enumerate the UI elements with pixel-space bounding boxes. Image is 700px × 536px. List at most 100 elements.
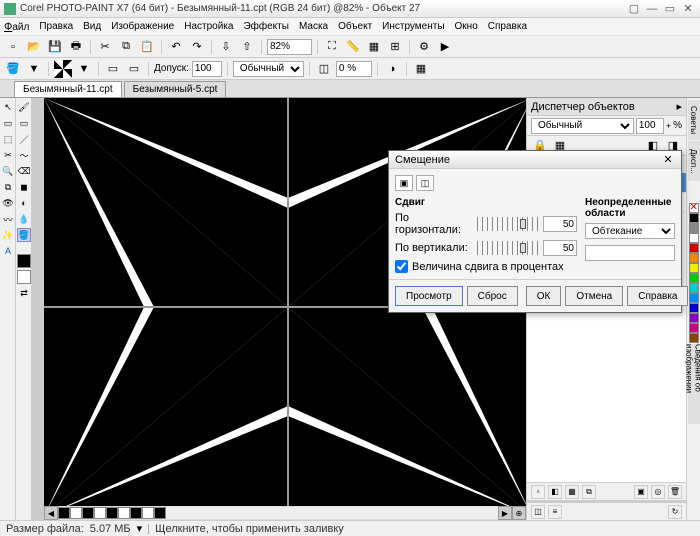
tab-doc1[interactable]: Безымянный-11.cpt	[14, 81, 122, 97]
ok-button[interactable]: ОК	[526, 286, 562, 306]
import-icon[interactable]: ⇩	[217, 38, 235, 56]
options-icon[interactable]: ⚙	[415, 38, 433, 56]
menu-image[interactable]: Изображение	[111, 21, 174, 32]
opacity-input[interactable]	[336, 61, 372, 77]
new-object-icon[interactable]: ▫	[531, 485, 545, 499]
crop-tool-icon[interactable]: ✂	[1, 148, 15, 162]
menu-adjust[interactable]: Настройка	[184, 21, 233, 32]
print-icon[interactable]: 🖶	[67, 38, 85, 56]
vert-input[interactable]	[543, 240, 577, 256]
fill-mode-icon[interactable]: ▼	[25, 60, 43, 78]
fill-tool-active-icon[interactable]: 🪣	[17, 228, 31, 242]
minimize-button[interactable]: —	[644, 2, 660, 16]
transparency-icon[interactable]: ◫	[315, 60, 333, 78]
menu-tools[interactable]: Инструменты	[382, 21, 444, 32]
pick-tool-icon[interactable]: ↖	[1, 100, 15, 114]
menu-edit[interactable]: Правка	[39, 21, 73, 32]
new-mask-icon[interactable]: ◧	[548, 485, 562, 499]
hscroll-track[interactable]	[166, 507, 498, 519]
pattern-preview[interactable]	[54, 60, 72, 78]
new-from-mask-icon[interactable]: ▦	[565, 485, 579, 499]
reset-button[interactable]: Сброс	[467, 286, 518, 306]
rtab-imageinfo[interactable]: Сведения об изображении	[688, 344, 700, 424]
preview-button[interactable]: Просмотр	[395, 286, 463, 306]
snapping-icon[interactable]: ⊞	[386, 38, 404, 56]
export-icon[interactable]: ⇧	[238, 38, 256, 56]
menu-file[interactable]: Файл	[4, 21, 29, 33]
dropshadow-icon[interactable]: ◼	[17, 180, 31, 194]
clone-tool-icon[interactable]: ⧉	[1, 180, 15, 194]
brush-tool-icon[interactable]: 🖌	[17, 100, 31, 114]
undo-icon[interactable]: ↶	[167, 38, 185, 56]
mask-rect-tool-icon[interactable]: ▭	[1, 116, 15, 130]
group-icon[interactable]: ⧉	[582, 485, 596, 499]
menu-effects[interactable]: Эффекты	[243, 21, 288, 32]
nav-thumbnails[interactable]	[58, 507, 166, 519]
delete-object-icon[interactable]: 🗑	[668, 485, 682, 499]
edit-fill-icon[interactable]: ▼	[75, 60, 93, 78]
copy-icon[interactable]: ⧉	[117, 38, 135, 56]
info-icon2[interactable]: ≡	[548, 505, 562, 519]
dialog-titlebar[interactable]: Смещение ✕	[389, 151, 681, 169]
cut-icon[interactable]: ✂	[96, 38, 114, 56]
nav-left-icon[interactable]: ◀	[44, 506, 58, 520]
dialog-tab-split-icon[interactable]: ◫	[416, 175, 434, 191]
effect-tool-icon[interactable]: ✨	[1, 228, 15, 242]
new-icon[interactable]: ▫	[4, 38, 22, 56]
info-icon1[interactable]: ◫	[531, 505, 545, 519]
nav-plus-icon[interactable]: ⊕	[512, 506, 526, 520]
undef-mode-select[interactable]: Обтекание	[585, 223, 675, 239]
info-refresh-icon[interactable]: ↻	[668, 505, 682, 519]
ruler-icon[interactable]: 📏	[344, 38, 362, 56]
extra-option-icon[interactable]: ▦	[412, 60, 430, 78]
cancel-button[interactable]: Отмена	[565, 286, 623, 306]
horiz-input[interactable]	[543, 216, 577, 232]
menu-view[interactable]: Вид	[83, 21, 101, 32]
obj-blend-select[interactable]: Обычный	[531, 118, 634, 134]
percent-checkbox[interactable]	[395, 260, 408, 273]
rect-mode2-icon[interactable]: ▭	[125, 60, 143, 78]
rect-mode-icon[interactable]: ▭	[104, 60, 122, 78]
combine-icon[interactable]: ▣	[634, 485, 648, 499]
line-tool-icon[interactable]: ／	[17, 132, 31, 146]
color-palette[interactable]: ✕	[689, 203, 699, 343]
nav-right-icon[interactable]: ▶	[498, 506, 512, 520]
menu-mask[interactable]: Маска	[299, 21, 328, 32]
open-icon[interactable]: 📂	[25, 38, 43, 56]
eyedropper-icon[interactable]: 💧	[17, 212, 31, 226]
mask-transform-icon[interactable]: ⬚	[1, 132, 15, 146]
dialog-tab-preview-icon[interactable]: ▣	[395, 175, 413, 191]
redeye-tool-icon[interactable]: 👁	[1, 196, 15, 210]
fill-tool-icon[interactable]: 🪣	[4, 60, 22, 78]
antialiasing-icon[interactable]: ◑	[383, 60, 401, 78]
undef-color-swatch[interactable]	[585, 245, 675, 261]
paste-icon[interactable]: 📋	[138, 38, 156, 56]
menu-object[interactable]: Объект	[338, 21, 372, 32]
reset-colors-icon[interactable]: ⇄	[17, 286, 31, 300]
rtab-tips[interactable]: Советы	[688, 100, 700, 140]
grid-icon[interactable]: ▦	[365, 38, 383, 56]
menu-window[interactable]: Окно	[455, 21, 478, 32]
save-icon[interactable]: 💾	[46, 38, 64, 56]
panel-menu-icon[interactable]: ▸	[676, 100, 682, 113]
zoom-tool-icon[interactable]: 🔍	[1, 164, 15, 178]
maximize-button[interactable]: ▭	[662, 2, 678, 16]
text-tool-icon[interactable]: A	[1, 244, 15, 258]
obj-opacity-input[interactable]	[636, 118, 664, 134]
tolerance-input[interactable]	[192, 61, 222, 77]
blend-mode-select[interactable]: Обычный	[233, 61, 304, 77]
liquid-tool-icon[interactable]: 〰	[1, 212, 15, 226]
notes-icon[interactable]: ▢	[626, 2, 642, 16]
redo-icon[interactable]: ↷	[188, 38, 206, 56]
fg-color-swatch[interactable]	[17, 254, 31, 268]
status-dropdown-icon[interactable]: ▾	[137, 522, 143, 535]
help-button[interactable]: Справка	[627, 286, 688, 306]
tab-doc2[interactable]: Безымянный-5.cpt	[124, 81, 227, 97]
new-lens-icon[interactable]: ◎	[651, 485, 665, 499]
horiz-slider[interactable]	[477, 217, 539, 231]
rtab-manager[interactable]: Дисп...	[688, 141, 700, 181]
bg-color-swatch[interactable]	[17, 270, 31, 284]
launcher-icon[interactable]: ▶	[436, 38, 454, 56]
zoom-input[interactable]	[267, 39, 312, 55]
path-tool-icon[interactable]: 〜	[17, 148, 31, 162]
